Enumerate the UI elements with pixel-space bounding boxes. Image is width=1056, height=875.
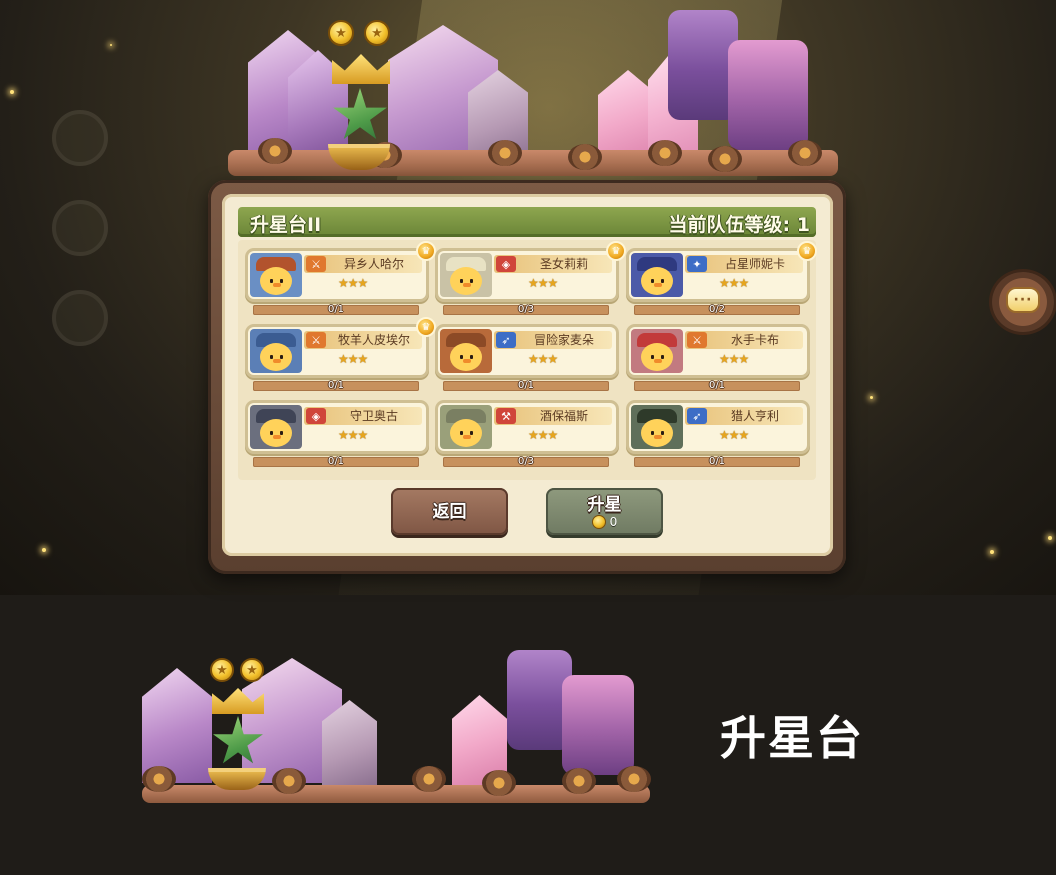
hero-card[interactable]: ➶ 猎人亨利 ★★★ (629, 403, 807, 451)
crown-badge-icon: ♛ (797, 241, 817, 261)
back-button-label: 返回 (432, 501, 467, 522)
hero-name: 异乡人哈尔 (343, 257, 404, 271)
upgrade-star-button[interactable]: 升星 0 (546, 488, 663, 535)
gold-star-coin-icon (364, 20, 390, 46)
chat-button[interactable]: ··· (992, 272, 1054, 332)
hero-portrait (250, 329, 302, 373)
star-rating: ★★★ (528, 352, 558, 366)
team-level-label: 当前队伍等级: (668, 214, 791, 236)
hero-card[interactable]: ⚒ 酒保福斯 ★★★ (438, 403, 616, 451)
star-rating: ★★★ (338, 352, 368, 366)
shield-icon: ◈ (496, 256, 516, 272)
progress-text: 0/1 (517, 380, 535, 391)
progress-text: 0/1 (708, 380, 726, 391)
sparkle (42, 548, 46, 552)
progress-text: 0/1 (327, 456, 345, 467)
star-rating: ★★★ (719, 276, 749, 290)
star-rating: ★★★ (528, 428, 558, 442)
hammer-icon: ⚒ (496, 408, 516, 424)
hero-portrait (250, 253, 302, 297)
star-altar-showcase-art (122, 650, 652, 805)
hero-portrait (631, 253, 683, 297)
hero-portrait (631, 405, 683, 449)
showcase-title: 升星台 (720, 711, 864, 765)
gold-star-coin-icon (328, 20, 354, 46)
gold-star-coin-icon (210, 658, 234, 682)
hero-card[interactable]: ➶ 冒险家麦朵 ★★★ (438, 327, 616, 375)
hero-card[interactable]: ◈ 守卫奥古 ★★★ (248, 403, 426, 451)
star-rating: ★★★ (719, 352, 749, 366)
team-level-value: 1 (796, 214, 810, 236)
hero-portrait (440, 253, 492, 297)
back-button[interactable]: 返回 (391, 488, 508, 535)
hero-portrait (440, 329, 492, 373)
gold-coin-icon (591, 514, 606, 529)
sparkle (1048, 536, 1052, 540)
sparkle (110, 44, 112, 46)
star-rating: ★★★ (719, 428, 749, 442)
sword-icon: ⚔ (687, 332, 707, 348)
gold-star-coin-icon (240, 658, 264, 682)
hero-card[interactable]: ✦ 占星师妮卡 ★★★ ♛ (629, 241, 817, 299)
sparkle (10, 90, 14, 94)
team-level: 当前队伍等级: 1 (669, 210, 810, 237)
hero-name: 守卫奥古 (349, 409, 398, 423)
star-altar-decoration (228, 10, 838, 185)
sword-icon: ⚔ (306, 332, 326, 348)
hero-name: 猎人亨利 (730, 409, 779, 423)
progress-text: 0/1 (708, 456, 726, 467)
progress-text: 0/1 (327, 380, 345, 391)
chat-bubble-icon: ··· (1006, 287, 1040, 313)
hero-card[interactable]: ⚔ 牧羊人皮埃尔 ★★★ ♛ (248, 317, 436, 375)
crown-badge-icon: ♛ (416, 317, 436, 337)
upgrade-button-label: 升星 (587, 494, 622, 515)
upgrade-cost-value: 0 (609, 514, 618, 529)
hero-name: 圣女莉莉 (539, 257, 588, 271)
hero-card[interactable]: ⚔ 水手卡布 ★★★ (629, 327, 807, 375)
progress-text: 0/3 (517, 304, 535, 315)
hero-name: 牧羊人皮埃尔 (337, 333, 410, 347)
star-rating: ★★★ (338, 276, 368, 290)
hero-card[interactable]: ⚔ 异乡人哈尔 ★★★ ♛ (248, 241, 436, 299)
hero-name: 占星师妮卡 (724, 257, 785, 271)
progress-text: 0/1 (327, 304, 345, 315)
staff-icon: ✦ (687, 256, 707, 272)
sparkle (870, 396, 873, 399)
progress-text: 0/2 (708, 304, 726, 315)
crown-badge-icon: ♛ (416, 241, 436, 261)
hero-name: 水手卡布 (730, 333, 779, 347)
hero-portrait (631, 329, 683, 373)
sparkle (990, 550, 994, 554)
shield-icon: ◈ (306, 408, 326, 424)
crown-icon (332, 54, 390, 84)
star-rating: ★★★ (338, 428, 368, 442)
hero-name: 冒险家麦朵 (533, 333, 594, 347)
hero-card[interactable]: ◈ 圣女莉莉 ★★★ ♛ (438, 241, 626, 299)
panel-title: 升星台II (250, 214, 322, 236)
upgrade-cost: 0 (591, 514, 618, 529)
hero-name: 酒保福斯 (539, 409, 588, 423)
hero-portrait (440, 405, 492, 449)
bow-icon: ➶ (496, 332, 516, 348)
hero-portrait (250, 405, 302, 449)
bow-icon: ➶ (687, 408, 707, 424)
progress-text: 0/3 (517, 456, 535, 467)
crown-badge-icon: ♛ (606, 241, 626, 261)
star-rating: ★★★ (528, 276, 558, 290)
sword-icon: ⚔ (306, 256, 326, 272)
